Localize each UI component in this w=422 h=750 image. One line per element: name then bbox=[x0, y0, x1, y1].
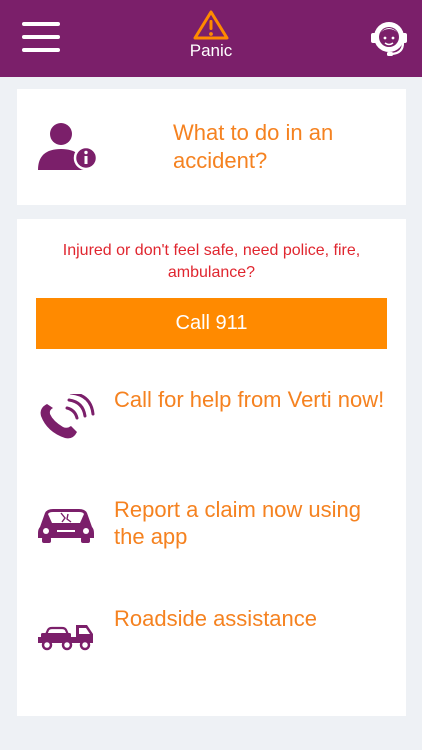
panic-button[interactable]: Panic bbox=[180, 10, 242, 70]
user-info-icon bbox=[38, 123, 99, 171]
menu-icon-bar bbox=[22, 35, 60, 39]
menu-icon-bar bbox=[22, 22, 60, 26]
report-claim-text: Report a claim now using the app bbox=[114, 497, 362, 549]
accident-guide-text: What to do in an accident? bbox=[173, 120, 334, 173]
menu-icon-bar bbox=[22, 48, 60, 52]
call-verti-text: Call for help from Verti now! bbox=[114, 387, 385, 412]
roadside-option[interactable]: Roadside assistance bbox=[17, 605, 406, 675]
report-claim-option[interactable]: Report a claim now using the app bbox=[17, 496, 406, 566]
tow-truck-icon bbox=[38, 625, 93, 651]
damaged-car-icon bbox=[38, 509, 94, 543]
injured-prompt: Injured or don't feel safe, need police,… bbox=[62, 242, 361, 281]
phone-call-icon bbox=[40, 394, 95, 439]
roadside-text: Roadside assistance bbox=[114, 606, 318, 631]
panic-label: Panic bbox=[189, 41, 233, 60]
warning-icon bbox=[193, 10, 229, 40]
accident-card[interactable]: What to do in an accident? bbox=[17, 89, 406, 205]
support-button[interactable] bbox=[370, 19, 408, 59]
app-header: Panic bbox=[0, 0, 422, 77]
headset-icon bbox=[371, 22, 407, 56]
call-911-button[interactable]: Call 911 bbox=[36, 298, 387, 349]
call-verti-option[interactable]: Call for help from Verti now! bbox=[17, 386, 406, 456]
emergency-card: Injured or don't feel safe, need police,… bbox=[17, 219, 406, 716]
menu-button[interactable] bbox=[22, 20, 60, 54]
